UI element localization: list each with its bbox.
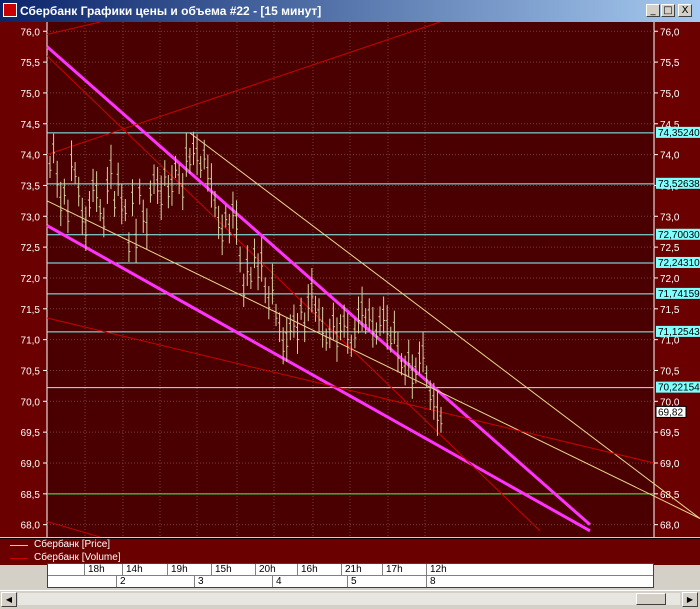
time-axis-hour-separator — [84, 564, 85, 575]
y-tick-label-right: 72,5 — [660, 243, 680, 254]
y-tick-label-left: 69,0 — [21, 459, 41, 470]
minimize-button[interactable]: _ — [646, 4, 660, 17]
time-axis-hour-separator — [122, 564, 123, 575]
legend-label-volume: Сбербанк [Volume] — [34, 552, 121, 563]
level-tag-2: 72,70030 — [658, 230, 700, 241]
scroll-left-icon[interactable]: ◀ — [1, 592, 17, 607]
y-tick-label-right: 76,0 — [660, 27, 680, 38]
y-tick-label-left: 71,5 — [21, 305, 41, 316]
y-tick-label-left: 70,5 — [21, 366, 41, 377]
y-tick-label-left: 75,0 — [21, 89, 41, 100]
time-axis-day-separator — [272, 576, 273, 587]
horizontal-scrollbar[interactable]: ◀ ▶ — [0, 590, 700, 609]
time-axis-hour-separator — [211, 564, 212, 575]
time-axis-hour-separator — [382, 564, 383, 575]
y-tick-label-left: 68,5 — [21, 490, 41, 501]
chart-window: Сбербанк Графики цены и объема #22 - [15… — [0, 0, 700, 609]
level-tag-4: 71,74159 — [658, 289, 700, 300]
y-tick-label-left: 73,5 — [21, 181, 41, 192]
legend-label-price: Сбербанк [Price] — [34, 539, 111, 550]
y-tick-label-left: 72,0 — [21, 274, 41, 285]
y-tick-label-right: 69,0 — [660, 459, 680, 470]
level-tag-0: 74,35240 — [658, 128, 700, 139]
legend-swatch-price — [10, 545, 28, 546]
time-axis-hour-separator — [341, 564, 342, 575]
level-tag-1: 73,52638 — [658, 179, 700, 190]
time-axis-day-label: 8 — [430, 576, 436, 587]
time-axis-hour-label: 16h — [301, 564, 318, 575]
time-axis-hour-separator — [297, 564, 298, 575]
time-axis-day-separator — [347, 576, 348, 587]
time-axis-hour-separator — [167, 564, 168, 575]
time-axis-hour-label: 19h — [171, 564, 188, 575]
y-tick-label-right: 69,5 — [660, 428, 680, 439]
y-tick-label-right: 71,5 — [660, 305, 680, 316]
y-tick-label-right: 75,0 — [660, 89, 680, 100]
y-tick-label-left: 76,0 — [21, 27, 41, 38]
time-axis-day-separator — [116, 576, 117, 587]
time-axis-day-separator — [426, 576, 427, 587]
app-icon — [3, 3, 17, 17]
level-tag-6: 70,22154 — [658, 383, 700, 394]
y-tick-label-right: 74,0 — [660, 151, 680, 162]
time-axis-day-label: 3 — [198, 576, 204, 587]
time-axis-hour-label: 14h — [126, 564, 143, 575]
time-axis-hour-label: 17h — [386, 564, 403, 575]
y-tick-label-left: 73,0 — [21, 212, 41, 223]
last-price-tag: 69,82 — [658, 407, 683, 418]
y-tick-label-left: 68,0 — [21, 521, 41, 532]
time-axis-hour-separator — [426, 564, 427, 575]
time-axis: 18h 14h 19h 15h 20h 16h 21h 17h 12h 2 3 4 5 8 — [47, 563, 654, 588]
time-axis-hour-label: 12h — [430, 564, 447, 575]
scroll-right-icon[interactable]: ▶ — [682, 592, 698, 607]
y-tick-label-left: 75,5 — [21, 58, 41, 69]
y-tick-label-left: 69,5 — [21, 428, 41, 439]
level-tag-5: 71,12543 — [658, 327, 700, 338]
level-tag-3: 72,24310 — [658, 258, 700, 269]
window-title: Сбербанк Графики цены и объема #22 - [15… — [20, 4, 322, 18]
restore-button[interactable]: □ — [661, 4, 675, 17]
time-axis-day-label: 4 — [276, 576, 282, 587]
time-axis-hour-label: 20h — [259, 564, 276, 575]
price-chart[interactable]: 76,0 76,075,5 75,575,0 75,074,5 74,574,0 74,0… — [0, 22, 700, 537]
legend-swatch-volume — [10, 558, 28, 559]
y-tick-label-left: 72,5 — [21, 243, 41, 254]
y-tick-label-right: 70,5 — [660, 366, 680, 377]
time-axis-hour-separator — [255, 564, 256, 575]
scroll-thumb[interactable] — [636, 593, 666, 605]
y-tick-label-right: 68,0 — [660, 521, 680, 532]
time-axis-hour-label: 21h — [345, 564, 362, 575]
time-axis-day-separator — [194, 576, 195, 587]
y-tick-label-right: 75,5 — [660, 58, 680, 69]
legend-item-price[interactable]: Сбербанк [Price] — [0, 539, 700, 552]
y-tick-label-right: 72,0 — [660, 274, 680, 285]
y-tick-label-left: 74,5 — [21, 120, 41, 131]
y-tick-label-left: 71,0 — [21, 336, 41, 347]
y-tick-label-left: 70,0 — [21, 397, 41, 408]
time-axis-hour-label: 18h — [88, 564, 105, 575]
time-axis-day-label: 5 — [351, 576, 357, 587]
title-bar[interactable]: Сбербанк Графики цены и объема #22 - [15… — [0, 0, 700, 22]
time-axis-hour-label: 15h — [215, 564, 232, 575]
close-button[interactable]: X — [678, 4, 692, 17]
y-tick-label-left: 74,0 — [21, 151, 41, 162]
y-tick-label-right: 73,0 — [660, 212, 680, 223]
scroll-track[interactable] — [18, 593, 680, 605]
time-axis-day-label: 2 — [120, 576, 126, 587]
chart-legend: Сбербанк [Price] Сбербанк [Volume] — [0, 538, 700, 565]
